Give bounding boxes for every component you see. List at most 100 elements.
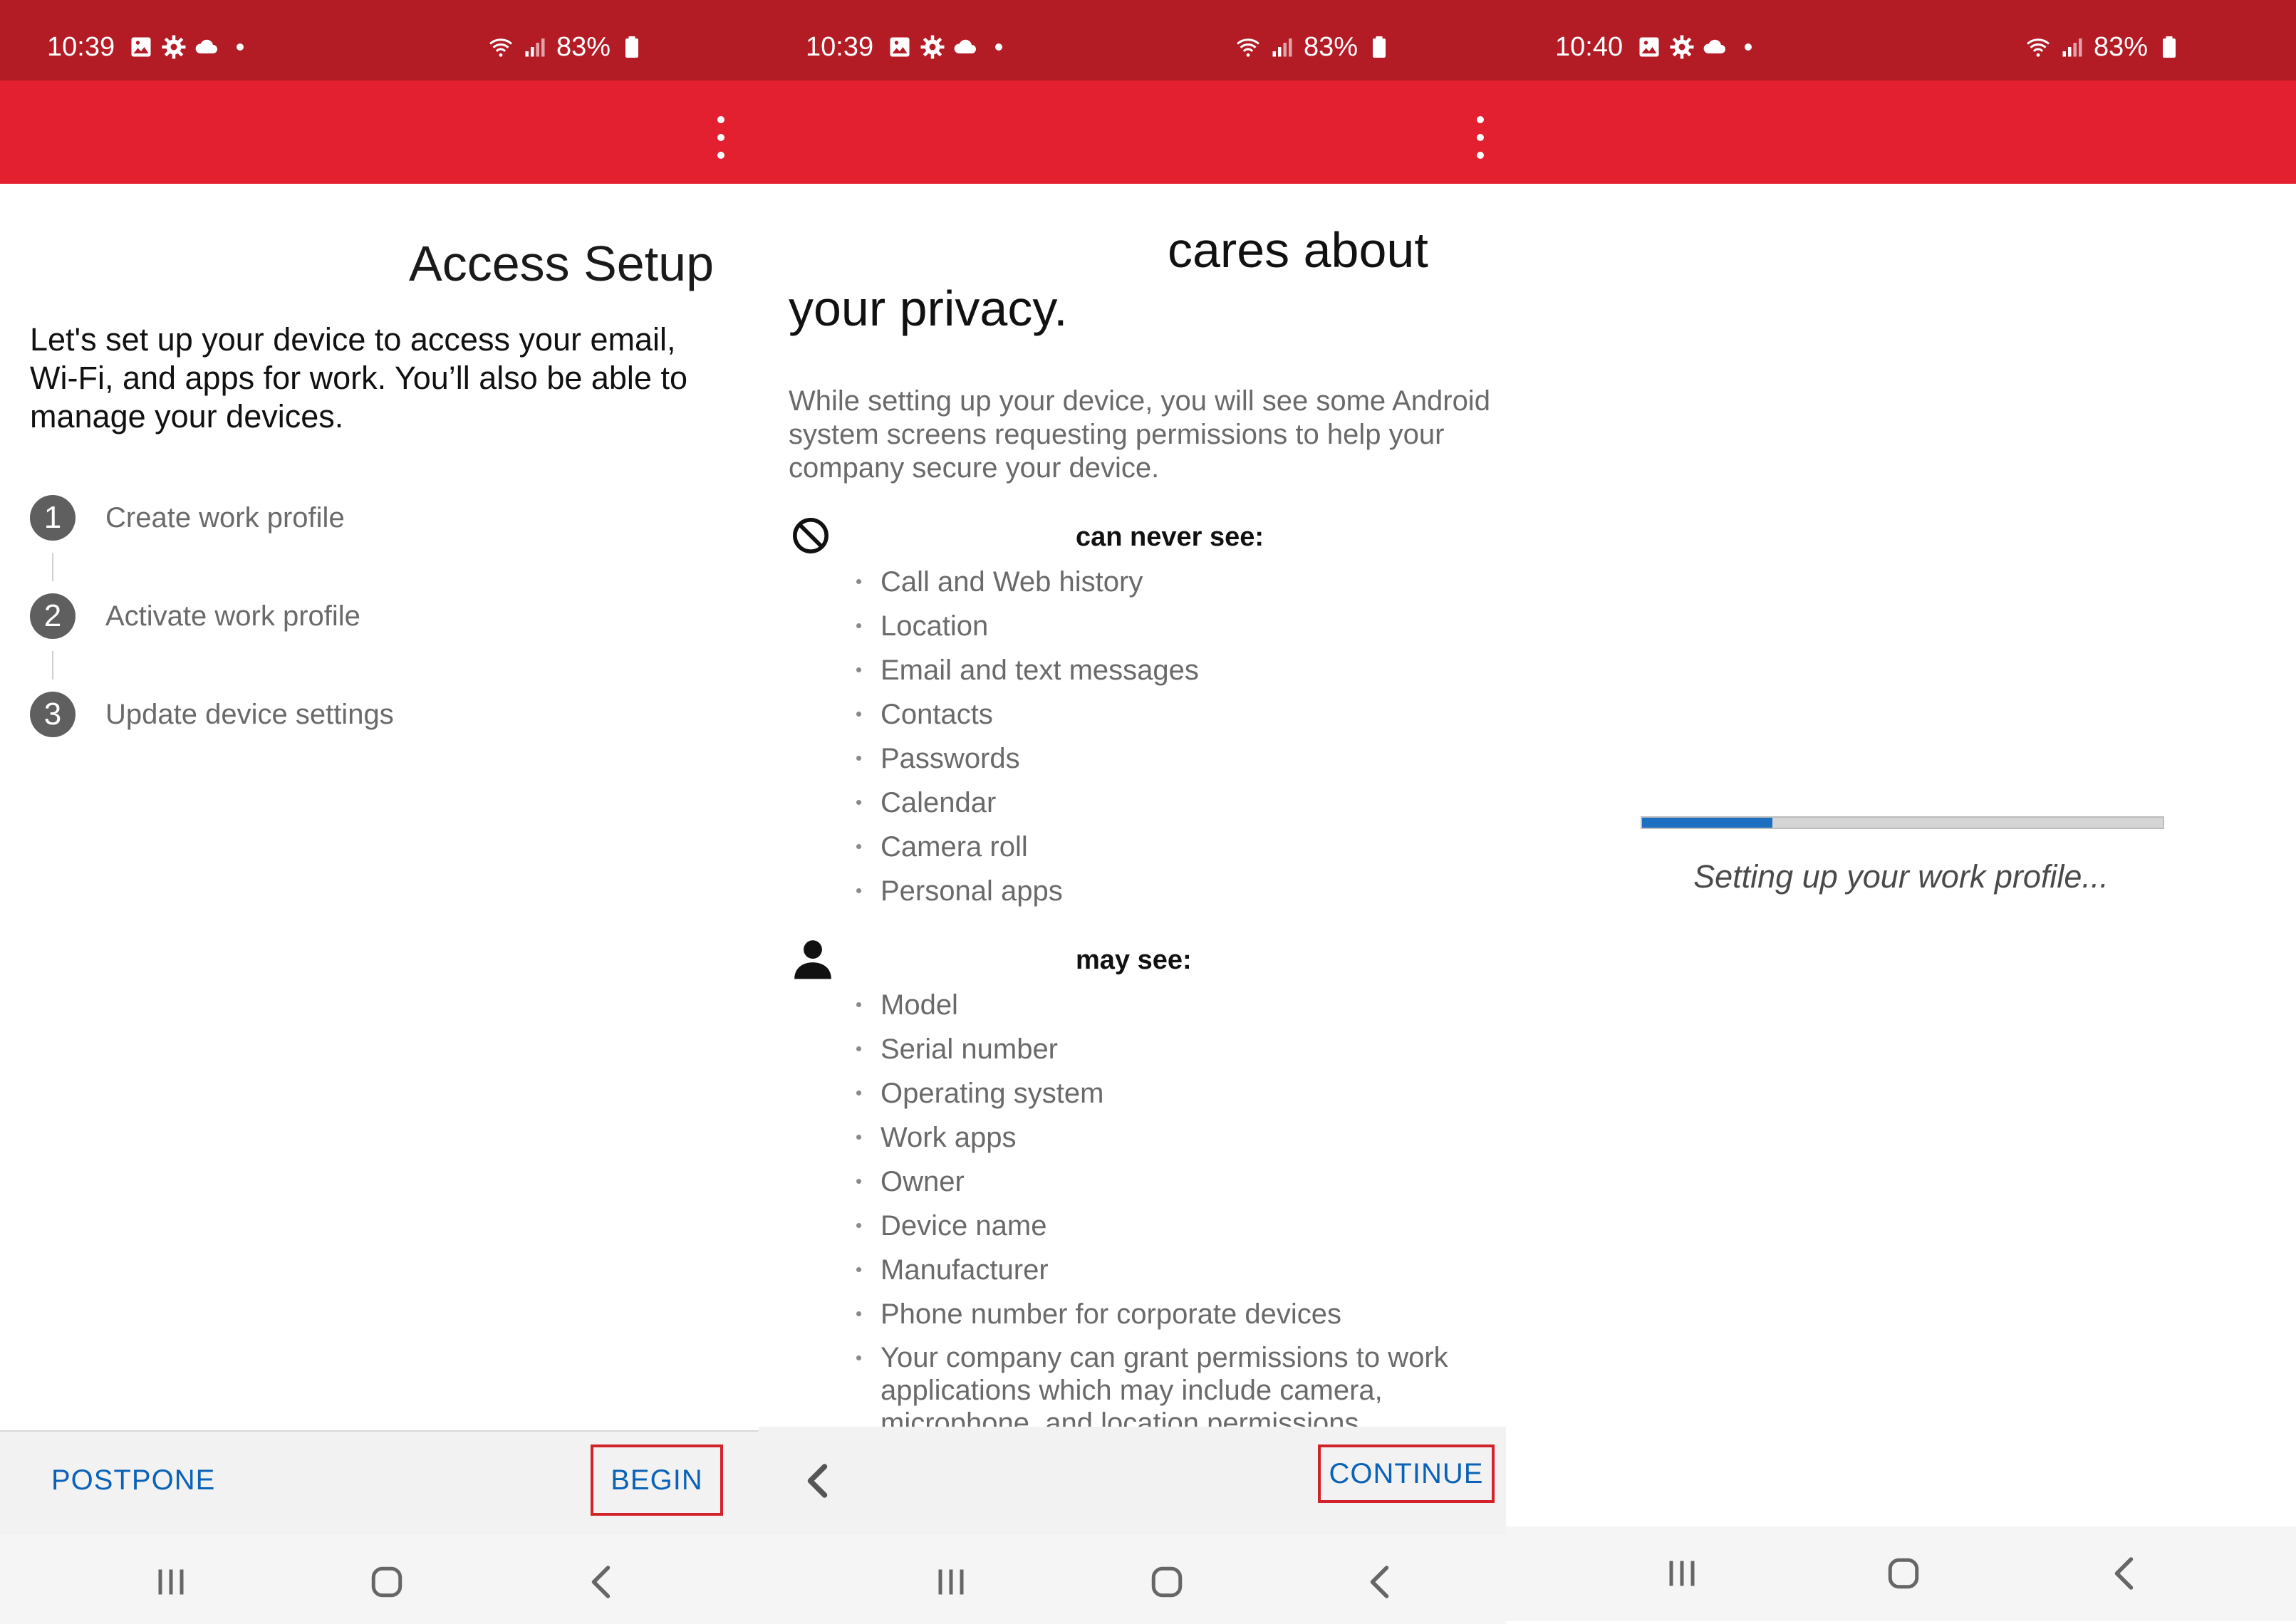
recents-icon[interactable] bbox=[1661, 1552, 1703, 1595]
signal-icon bbox=[522, 34, 548, 60]
system-nav-bar bbox=[1506, 1526, 2296, 1621]
list-item: Device name bbox=[851, 1209, 1492, 1243]
list-item: Owner bbox=[851, 1165, 1492, 1199]
list-item: Camera roll bbox=[851, 830, 1492, 864]
more-vert-icon[interactable] bbox=[1466, 116, 1495, 159]
step-activate-work-profile: 2 Activate work profile bbox=[30, 593, 360, 639]
person-icon bbox=[791, 937, 835, 981]
system-status: 83% bbox=[2025, 31, 2182, 63]
privacy-title-line2: your privacy. bbox=[789, 281, 1068, 336]
home-icon[interactable] bbox=[365, 1561, 408, 1603]
list-item: Call and Web history bbox=[851, 565, 1492, 599]
signal-icon bbox=[2059, 34, 2085, 60]
wifi-icon bbox=[2025, 34, 2051, 60]
step-label: Activate work profile bbox=[105, 600, 360, 632]
list-item: Your company can grant permissions to wo… bbox=[851, 1341, 1492, 1427]
system-nav-bar bbox=[759, 1535, 1506, 1624]
list-item: Location bbox=[851, 609, 1492, 643]
notification-icons bbox=[887, 34, 1002, 60]
settings-gear-icon bbox=[1669, 34, 1695, 60]
privacy-title-line1: cares about bbox=[1168, 222, 1428, 278]
status-bar: 10:39 83% bbox=[759, 0, 1506, 80]
back-chevron-icon[interactable] bbox=[798, 1459, 841, 1502]
step-connector bbox=[52, 651, 53, 680]
status-bar: 10:40 83% bbox=[1506, 0, 2296, 80]
list-item: Serial number bbox=[851, 1032, 1492, 1066]
step-connector bbox=[52, 553, 53, 581]
list-item: Work apps bbox=[851, 1120, 1492, 1155]
system-nav-bar bbox=[0, 1535, 759, 1624]
wifi-icon bbox=[1235, 34, 1261, 60]
recents-icon[interactable] bbox=[930, 1561, 972, 1603]
step-update-device-settings: 3 Update device settings bbox=[30, 692, 394, 737]
back-icon[interactable] bbox=[581, 1561, 624, 1603]
more-notifications-dot bbox=[995, 43, 1002, 51]
battery-icon bbox=[1366, 34, 1392, 60]
list-item: Personal apps bbox=[851, 874, 1492, 908]
may-see-heading: may see: bbox=[1076, 945, 1192, 975]
home-icon[interactable] bbox=[1146, 1561, 1188, 1603]
battery-icon bbox=[619, 34, 645, 60]
battery-percent: 83% bbox=[2093, 32, 2148, 62]
page-title: Access Setup bbox=[409, 236, 714, 291]
footer-actions: CONTINUE bbox=[759, 1427, 1506, 1535]
battery-percent: 83% bbox=[556, 32, 611, 62]
system-status: 83% bbox=[488, 31, 645, 63]
access-setup-screen: 10:39 83% Access Setup Let's set up your… bbox=[0, 0, 759, 1624]
system-status: 83% bbox=[1235, 31, 1392, 63]
setup-status-message: Setting up your work profile... bbox=[1693, 858, 2109, 895]
image-icon bbox=[887, 34, 913, 60]
privacy-title: cares about your privacy. bbox=[789, 221, 1472, 338]
recents-icon[interactable] bbox=[150, 1561, 192, 1603]
list-item: Contacts bbox=[851, 697, 1492, 732]
image-icon bbox=[1636, 34, 1662, 60]
back-icon[interactable] bbox=[1360, 1561, 1403, 1603]
footer-actions: POSTPONE BEGIN bbox=[0, 1430, 759, 1536]
postpone-button[interactable]: POSTPONE bbox=[51, 1464, 215, 1497]
never-see-list: Call and Web history Location Email and … bbox=[851, 565, 1492, 918]
list-item: Model bbox=[851, 988, 1492, 1022]
never-see-heading: can never see: bbox=[1076, 522, 1264, 552]
list-item: Passwords bbox=[851, 741, 1492, 776]
back-icon[interactable] bbox=[2104, 1552, 2147, 1595]
list-item: Calendar bbox=[851, 786, 1492, 820]
settings-gear-icon bbox=[161, 34, 187, 60]
step-create-work-profile: 1 Create work profile bbox=[30, 495, 345, 541]
cloud-icon bbox=[194, 34, 219, 60]
may-see-list: Model Serial number Operating system Wor… bbox=[851, 988, 1492, 1427]
block-icon bbox=[791, 516, 831, 556]
more-vert-icon[interactable] bbox=[707, 116, 735, 159]
list-item: Operating system bbox=[851, 1076, 1492, 1110]
progress-fill bbox=[1642, 818, 1772, 828]
app-bar bbox=[1506, 80, 2296, 184]
setup-description: Let's set up your device to access your … bbox=[30, 321, 687, 434]
list-item: Manufacturer bbox=[851, 1253, 1492, 1287]
step-number: 1 bbox=[30, 495, 76, 541]
battery-percent: 83% bbox=[1303, 32, 1358, 62]
privacy-screen: 10:39 83% cares about your privacy. Whil… bbox=[759, 0, 1506, 1624]
step-number: 2 bbox=[30, 593, 76, 639]
settings-gear-icon bbox=[920, 34, 945, 60]
wifi-icon bbox=[488, 34, 514, 60]
begin-button[interactable]: BEGIN bbox=[591, 1445, 723, 1516]
app-bar bbox=[759, 80, 1506, 184]
status-time: 10:40 bbox=[1555, 32, 1624, 62]
status-bar: 10:39 83% bbox=[0, 0, 759, 80]
cloud-icon bbox=[1702, 34, 1728, 60]
more-notifications-dot bbox=[237, 43, 244, 51]
cloud-icon bbox=[952, 34, 978, 60]
notification-icons bbox=[128, 34, 244, 60]
app-bar bbox=[0, 80, 759, 184]
step-label: Create work profile bbox=[105, 501, 345, 533]
status-time: 10:39 bbox=[47, 32, 115, 62]
more-notifications-dot bbox=[1745, 43, 1752, 51]
list-item: Email and text messages bbox=[851, 653, 1492, 687]
notification-icons bbox=[1636, 34, 1752, 60]
setup-progress-bar bbox=[1641, 816, 2164, 829]
continue-button[interactable]: CONTINUE bbox=[1318, 1445, 1495, 1503]
home-icon[interactable] bbox=[1882, 1552, 1925, 1595]
battery-icon bbox=[2156, 34, 2182, 60]
step-label: Update device settings bbox=[105, 698, 394, 730]
step-number: 3 bbox=[30, 692, 76, 737]
list-item: Phone number for corporate devices bbox=[851, 1297, 1492, 1331]
